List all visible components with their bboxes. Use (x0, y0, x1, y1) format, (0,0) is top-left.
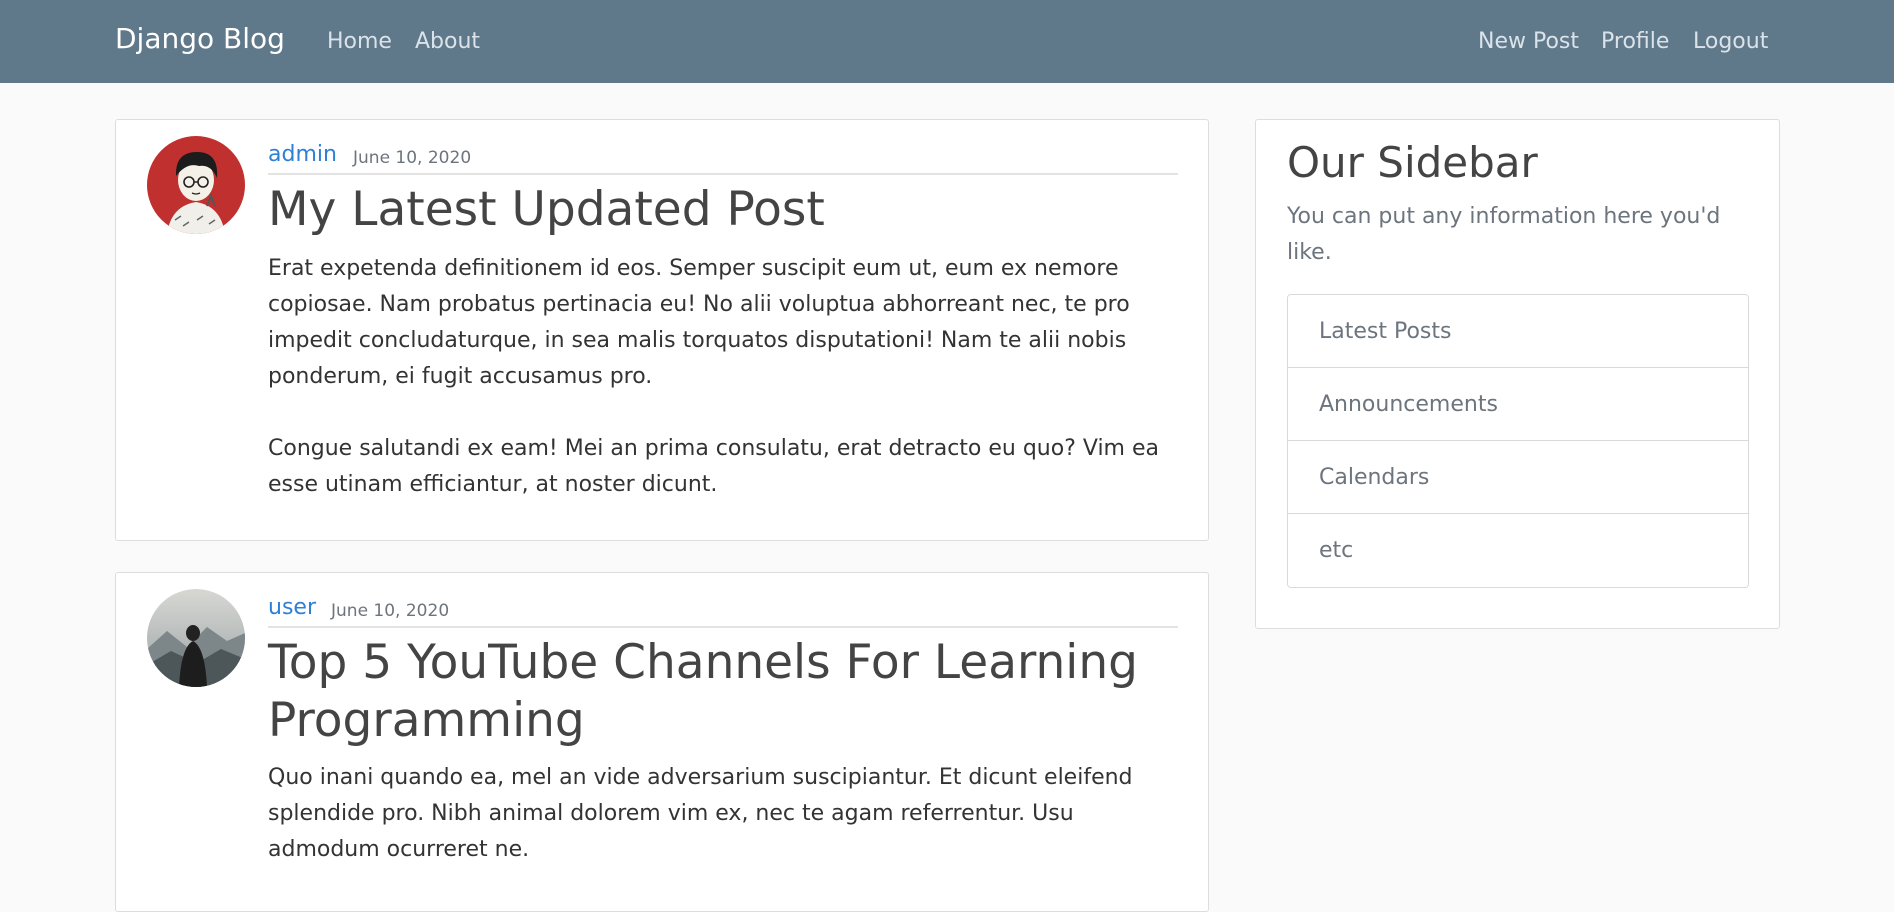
sidebar-title: Our Sidebar (1287, 138, 1538, 187)
post-card: admin June 10, 2020 My Latest Updated Po… (115, 119, 1209, 541)
post-author-link[interactable]: user (268, 595, 316, 620)
nav-profile-link[interactable]: Profile (1601, 29, 1669, 54)
sidebar-item-announcements[interactable]: Announcements (1288, 368, 1748, 441)
meta-divider (268, 173, 1178, 175)
nav-new-post-link[interactable]: New Post (1478, 29, 1579, 54)
sidebar-item-latest-posts[interactable]: Latest Posts (1288, 295, 1748, 368)
sidebar-description: You can put any information here you'd l… (1287, 204, 1721, 265)
post-title-link[interactable]: Top 5 YouTube Channels For Learning Prog… (268, 634, 1188, 750)
sidebar-item-calendars[interactable]: Calendars (1288, 441, 1748, 514)
sidebar-list: Latest Posts Announcements Calendars etc (1287, 294, 1749, 588)
post-title-link[interactable]: My Latest Updated Post (268, 181, 1188, 239)
post-card: user June 10, 2020 Top 5 YouTube Channel… (115, 572, 1209, 912)
user-avatar-mountain-icon (147, 589, 245, 687)
user-avatar-illustration-icon (147, 136, 245, 234)
post-content: Quo inani quando ea, mel an vide adversa… (268, 765, 1133, 862)
meta-divider (268, 626, 1178, 628)
nav-logout-link[interactable]: Logout (1693, 29, 1768, 54)
post-author-link[interactable]: admin (268, 142, 337, 167)
brand-link[interactable]: Django Blog (115, 22, 285, 55)
nav-home-link[interactable]: Home (327, 29, 392, 54)
nav-about-link[interactable]: About (415, 29, 480, 54)
post-content: Erat expetenda definitionem id eos. Semp… (268, 256, 1159, 497)
post-date: June 10, 2020 (353, 148, 472, 168)
sidebar-item-etc[interactable]: etc (1288, 514, 1748, 587)
sidebar-card: Our Sidebar You can put any information … (1255, 119, 1780, 629)
top-navbar: Django Blog Home About New Post Profile … (0, 0, 1894, 83)
post-date: June 10, 2020 (331, 601, 450, 621)
